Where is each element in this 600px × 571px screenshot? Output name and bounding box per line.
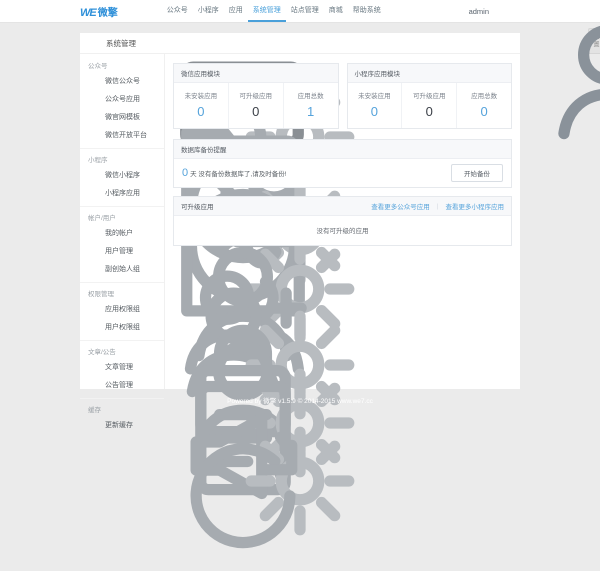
stat-uninstalled-apps[interactable]: 未安装应用 0 [174, 83, 229, 128]
sidebar-item-label: 用户权限组 [105, 322, 140, 332]
stat-label: 可升级应用 [229, 90, 283, 100]
stat-label: 未安装应用 [348, 90, 402, 100]
page-header: 系统管理 [80, 33, 520, 54]
sidebar-item-label: 应用权限组 [105, 304, 140, 314]
view-more-official-account-apps-link[interactable]: 查看更多公众号应用 [371, 201, 430, 211]
stat-value: 0 [402, 104, 456, 119]
footer-copyright: Powered by 微擎 v1.5.9 © 2014-2015 www.we7… [0, 395, 600, 405]
sidebar-item-label: 我的帐户 [105, 228, 133, 238]
gear-icon[interactable] [150, 214, 157, 221]
upgradable-apps-empty-text: 没有可升级的应用 [174, 216, 511, 245]
start-backup-button[interactable]: 开始备份 [451, 164, 503, 182]
gear-icon[interactable] [150, 348, 157, 355]
gear-icon[interactable] [150, 62, 157, 69]
section-title: 小程序 [88, 154, 108, 164]
stat-label: 可升级应用 [402, 90, 456, 100]
sidebar-item-label: 副创始人组 [105, 264, 140, 274]
stat-value: 1 [284, 104, 338, 119]
miniprogram-icon [93, 171, 101, 179]
card-title: 微信应用模块 [181, 68, 220, 78]
card-title: 小程序应用模块 [355, 68, 401, 78]
sidebar-item-label: 微信开放平台 [105, 130, 147, 140]
section-title: 权限管理 [88, 288, 114, 298]
caret-down-icon [492, 8, 498, 14]
refresh-icon [93, 421, 101, 429]
main-nav: 公众号 小程序 应用 系统管理 站点管理 商城 帮助系统 [162, 0, 386, 22]
sidebar-item-label: 更新缓存 [105, 420, 133, 430]
card-title: 可升级应用 [181, 201, 214, 211]
sidebar-item-label: 文章管理 [105, 362, 133, 372]
app-logo[interactable]: WE 微擎 [80, 4, 118, 19]
page-title: 系统管理 [106, 38, 136, 49]
upgradable-apps-card: 可升级应用 查看更多公众号应用 | 查看更多小程序应用 没有可升级的应用 [173, 196, 512, 246]
section-title: 公众号 [88, 60, 108, 70]
sidebar-item-label: 微信小程序 [105, 170, 140, 180]
stat-label: 未安装应用 [174, 90, 228, 100]
stat-upgradable-apps[interactable]: 可升级应用 0 [402, 83, 457, 128]
section-title: 文章/公告 [88, 346, 116, 356]
nav-item-help-system[interactable]: 帮助系统 [348, 0, 386, 22]
nav-item-apps[interactable]: 应用 [224, 0, 248, 22]
section-title: 帐户/用户 [88, 212, 116, 222]
open-platform-icon [93, 131, 101, 139]
stat-upgradable-apps[interactable]: 可升级应用 0 [229, 83, 284, 128]
stat-value: 0 [348, 104, 402, 119]
sidebar: 公众号 微信公众号 公众号应用 微官网模板 微信开放平台 [80, 54, 165, 389]
content-container: 系统管理 公众号 微信公众号 公众号应用 微官网模板 [80, 33, 520, 389]
nav-item-official-account[interactable]: 公众号 [162, 0, 193, 22]
user-icon [93, 229, 101, 237]
sidebar-item-label: 微官网模板 [105, 112, 140, 122]
sidebar-section-official-account: 公众号 微信公众号 公众号应用 微官网模板 微信开放平台 [80, 55, 164, 149]
wechat-app-modules-card: 微信应用模块 未安装应用 0 可升级应用 0 应用总数 1 [173, 63, 339, 129]
stat-uninstalled-apps[interactable]: 未安装应用 0 [348, 83, 403, 128]
view-more-miniprogram-apps-link[interactable]: 查看更多小程序应用 [446, 201, 505, 211]
gear-icon[interactable] [150, 156, 157, 163]
card-title: 数据库备份提醒 [181, 144, 227, 154]
sidebar-item-label: 公告管理 [105, 380, 133, 390]
section-title: 缓存 [88, 404, 101, 414]
stat-value: 0 [174, 104, 228, 119]
monitor-icon [92, 39, 101, 48]
stat-total-apps[interactable]: 应用总数 1 [284, 83, 338, 128]
link-separator: | [437, 203, 439, 210]
user-icon [458, 7, 466, 15]
logo-mark: WE [80, 7, 96, 19]
sidebar-item-label: 微信公众号 [105, 76, 140, 86]
nav-item-store[interactable]: 商城 [324, 0, 348, 22]
gear-icon[interactable] [150, 290, 157, 297]
backup-message-text: 天 没有备份数据库了,请及时备份! [190, 171, 286, 178]
users-icon [93, 247, 101, 255]
nav-item-system-management[interactable]: 系统管理 [248, 0, 286, 22]
top-navbar: WE 微擎 公众号 小程序 应用 系统管理 站点管理 商城 帮助系统 admin [0, 0, 600, 23]
stat-label: 应用总数 [284, 90, 338, 100]
sidebar-item-label: 公众号应用 [105, 94, 140, 104]
user-icon [93, 323, 101, 331]
template-icon [93, 113, 101, 121]
stat-value: 0 [229, 104, 283, 119]
sidebar-item-label: 小程序应用 [105, 188, 140, 198]
user-name: admin [469, 7, 489, 16]
wechat-icon [93, 77, 101, 85]
nav-item-site-management[interactable]: 站点管理 [286, 0, 324, 22]
document-icon [93, 363, 101, 371]
app-folder-icon [93, 95, 101, 103]
user-group-icon [93, 265, 101, 273]
sidebar-item-label: 用户管理 [105, 246, 133, 256]
nav-item-miniprogram[interactable]: 小程序 [193, 0, 224, 22]
app-folder-icon [93, 189, 101, 197]
logo-text: 微擎 [98, 4, 118, 19]
megaphone-icon [93, 381, 101, 389]
lock-icon [93, 305, 101, 313]
backup-days-count: 0 [182, 167, 188, 179]
backup-message: 0天 没有备份数据库了,请及时备份! [182, 167, 287, 179]
gear-icon[interactable] [150, 406, 157, 413]
user-menu[interactable]: admin [458, 7, 498, 16]
